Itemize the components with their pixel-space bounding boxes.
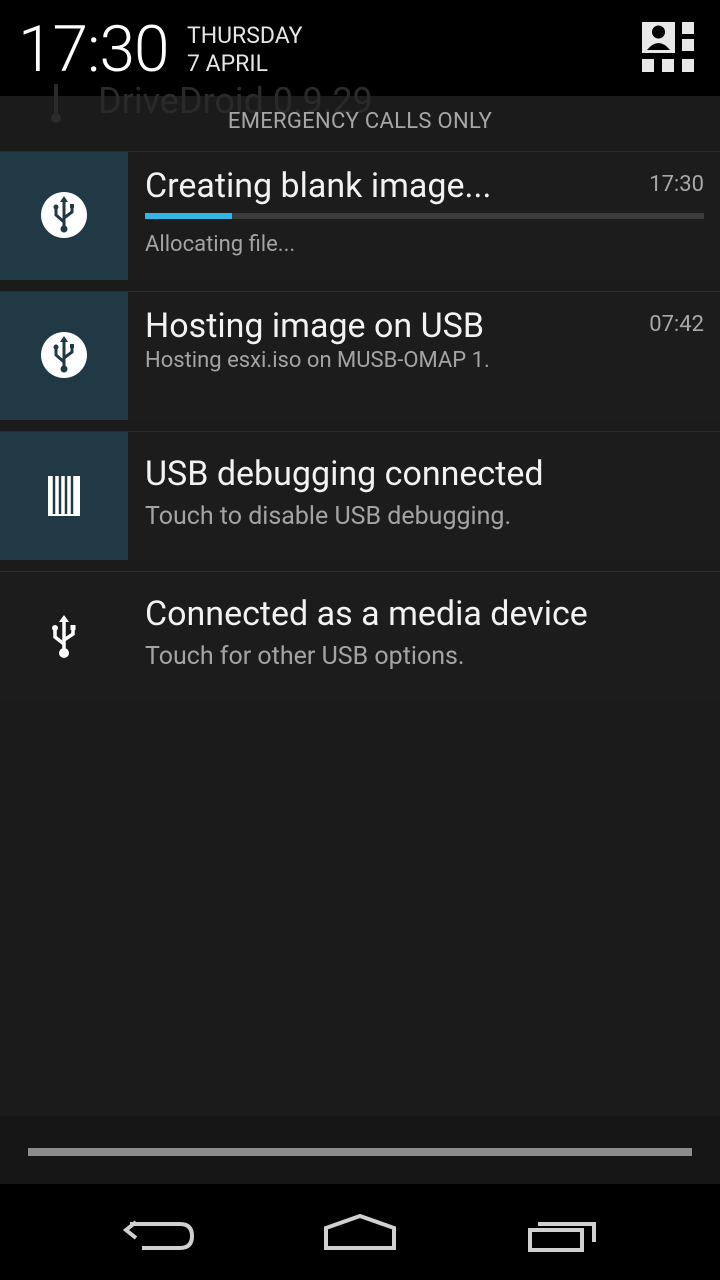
- notification-title: Creating blank image...: [145, 166, 492, 206]
- navigation-bar: [0, 1184, 720, 1280]
- recents-icon[interactable]: [482, 1184, 642, 1280]
- date-block[interactable]: THURSDAY 7 APRIL: [187, 22, 303, 78]
- notification-subtitle: Touch for other USB options.: [145, 642, 465, 671]
- day-label: THURSDAY: [187, 22, 303, 49]
- usb-icon: [41, 332, 87, 378]
- notification-subtitle: Touch to disable USB debugging.: [145, 502, 512, 531]
- progress-fill: [145, 213, 232, 219]
- notification-title: Connected as a media device: [145, 594, 588, 634]
- date-label: 7 APRIL: [187, 50, 268, 77]
- notification-title: Hosting image on USB: [145, 306, 485, 346]
- home-icon[interactable]: [280, 1184, 440, 1280]
- back-icon[interactable]: [80, 1184, 240, 1280]
- notification-time: 17:30: [649, 172, 704, 197]
- notification-subtitle: Hosting esxi.iso on MUSB-OMAP 1.: [145, 348, 490, 373]
- clock: 17:30: [18, 12, 169, 87]
- shade-handle-area[interactable]: [0, 1116, 720, 1184]
- notification-icon-box: [0, 572, 128, 700]
- progress-bar: [145, 213, 704, 219]
- notification-media-device[interactable]: Connected as a media device Touch for ot…: [0, 571, 720, 700]
- android-debug-icon: [48, 476, 80, 516]
- emergency-status: EMERGENCY CALLS ONLY: [227, 109, 493, 134]
- notification-icon-box: [0, 292, 128, 420]
- notification-icon-box: [0, 152, 128, 280]
- notification-shade: 17:30 THURSDAY 7 APRIL DriveDroid 0.9.29…: [0, 0, 720, 1280]
- notification-title: USB debugging connected: [145, 454, 544, 494]
- notification-usb-debugging[interactable]: USB debugging connected Touch to disable…: [0, 431, 720, 560]
- notification-icon-box: [0, 432, 128, 560]
- usb-icon: [41, 192, 87, 238]
- quick-settings-icon[interactable]: [642, 22, 696, 74]
- notification-hosting-image[interactable]: Hosting image on USB 07:42 Hosting esxi.…: [0, 291, 720, 420]
- usb-icon: [52, 615, 76, 658]
- drag-handle[interactable]: [28, 1148, 692, 1156]
- notification-subtitle: Allocating file...: [145, 232, 296, 257]
- notification-time: 07:42: [649, 312, 704, 337]
- notification-creating-image[interactable]: Creating blank image... 17:30 Allocating…: [0, 151, 720, 280]
